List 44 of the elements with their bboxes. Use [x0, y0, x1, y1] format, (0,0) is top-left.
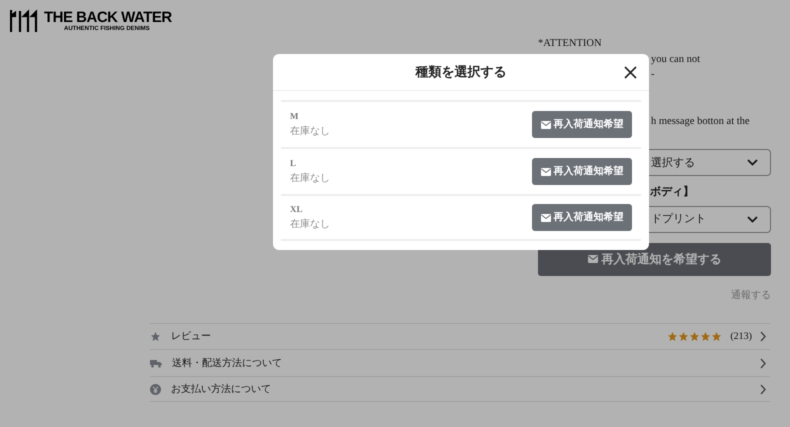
note-text: -	[651, 68, 654, 82]
info-row[interactable]: 送料・配送方法について	[150, 349, 770, 376]
envelope-icon	[540, 168, 550, 176]
truck-icon	[150, 358, 162, 368]
chevron-right-icon	[760, 331, 766, 342]
chevron-down-icon	[747, 216, 758, 223]
star-icon	[689, 331, 700, 342]
star-icon	[667, 331, 678, 342]
select-value: ドプリント	[651, 212, 706, 228]
star-icon	[678, 331, 690, 342]
note-text: *ATTENTION	[538, 37, 602, 51]
modal-title: 種類を選択する	[416, 63, 506, 82]
variant-size: XL	[290, 203, 303, 216]
restock-request-button[interactable]: 再入荷通知希望	[532, 111, 632, 138]
star-icon	[700, 331, 712, 342]
star-icon	[711, 331, 722, 342]
close-button[interactable]	[624, 66, 637, 79]
chevron-right-icon	[760, 384, 766, 395]
review-count: (213)	[730, 330, 752, 344]
yen-coin-icon	[150, 384, 161, 395]
chevron-right-icon	[760, 358, 766, 369]
select-value: 選択する	[651, 156, 695, 171]
logo-icon	[10, 8, 40, 34]
chevron-down-icon	[747, 159, 758, 166]
note-text: you can not	[651, 52, 700, 67]
envelope-icon	[540, 120, 550, 128]
select-label: ボディ】	[650, 184, 694, 200]
info-row[interactable]: お支払い方法について	[150, 376, 770, 402]
info-label: 送料・配送方法について	[172, 356, 282, 371]
info-label: レビュー	[171, 330, 211, 344]
envelope-icon	[540, 214, 550, 222]
restock-request-button[interactable]: 再入荷通知希望	[532, 158, 632, 185]
info-label: お支払い方法について	[171, 382, 271, 397]
info-row[interactable]: レビュー (213)	[150, 322, 770, 350]
stock-status: 在庫なし	[290, 218, 330, 232]
variant-size: M	[290, 110, 298, 124]
variant-size: L	[290, 157, 296, 170]
stock-status: 在庫なし	[290, 124, 330, 139]
envelope-icon	[588, 255, 598, 264]
restock-request-button[interactable]: 再入荷通知希望	[532, 204, 632, 231]
stock-status: 在庫なし	[290, 172, 330, 186]
brand-name: THE BACK WATER	[44, 10, 172, 24]
note-text: h message botton at the	[651, 114, 750, 129]
star-icon	[150, 331, 161, 342]
